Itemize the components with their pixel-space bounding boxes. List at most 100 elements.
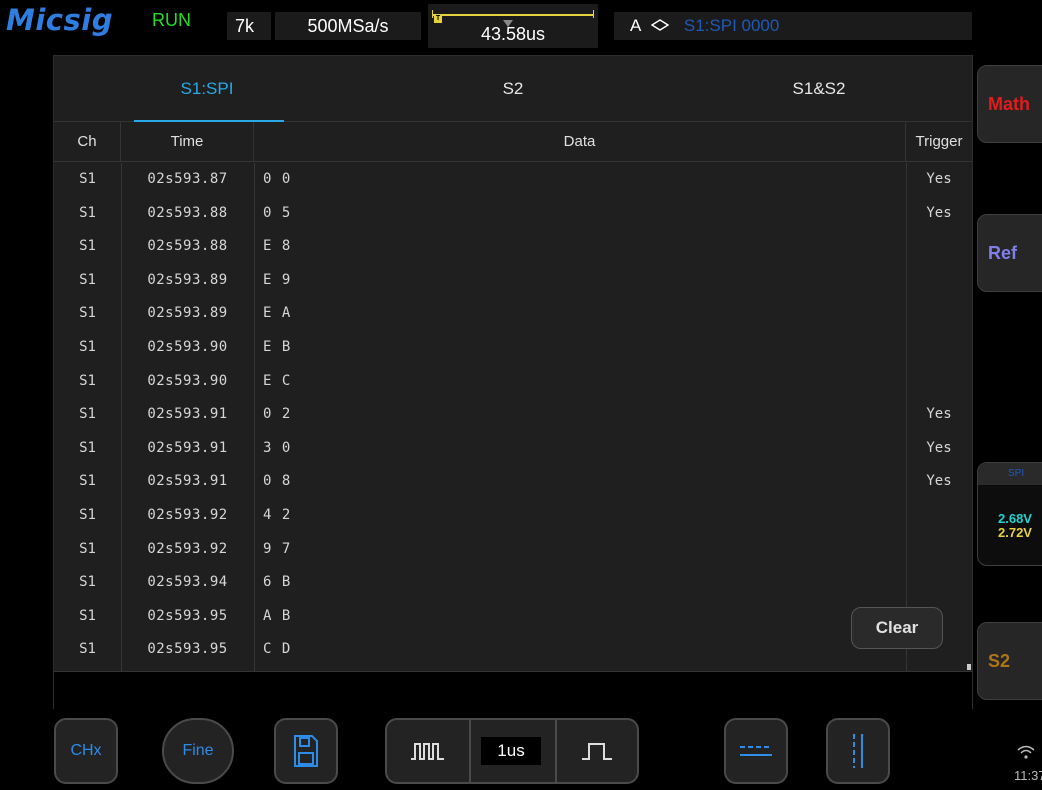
cell-time: 02s593.95 [147,607,228,624]
cell-trigger [906,297,972,330]
fine-button[interactable]: Fine [162,718,234,784]
timebase-increase-button[interactable] [557,720,637,782]
chx-button[interactable]: CHx [54,718,118,784]
cell-data: E 8 [263,238,292,255]
cell-time: 02s593.90 [147,372,228,389]
cell-data: 0 2 [263,406,292,423]
spi-card-header: SPI [978,463,1042,485]
tab-s1-s2[interactable]: S1&S2 [666,56,972,122]
cell-data: E 9 [263,271,292,288]
wide-pulse-icon [582,743,612,760]
trigger-mode: A [630,16,641,35]
spi-channel-card[interactable]: SPI 2.68V 2.72V [977,462,1042,566]
cell-time: 02s593.90 [147,339,228,355]
cell-data: 0 8 [263,473,292,490]
clear-button[interactable]: Clear [851,607,943,649]
cell-data: 0 5 [263,204,292,221]
cell-data: 0 0 [263,171,292,187]
cell-ch: S1 [79,507,96,523]
cell-trigger [906,365,972,398]
panel-footer [54,671,972,709]
save-icon [294,735,318,767]
memory-window-bar: T [432,10,594,27]
cell-trigger: Yes [926,204,952,221]
decode-list-panel: S1:SPI S2 S1&S2 Ch Time Data Trigger S1 0… [53,55,973,709]
table-row[interactable]: S1 02s593.90 E C [54,365,972,398]
cell-trigger [906,331,972,364]
cell-ch: S1 [79,171,96,187]
timebase-decrease-button[interactable] [387,720,469,782]
cell-time: 02s593.92 [147,507,228,523]
narrow-pulse-icon [411,743,444,760]
table-row[interactable]: S1 02s593.91 0 8 Yes [54,465,972,498]
cell-trigger [906,230,972,263]
cell-ch: S1 [79,339,96,355]
math-button[interactable]: Math [977,65,1042,143]
tab-s1-spi[interactable]: S1:SPI [54,56,360,122]
run-state[interactable]: RUN [152,10,191,31]
table-row[interactable]: S1 02s593.91 3 0 Yes [54,432,972,465]
trigger-info[interactable]: A S1:SPI 0000 [614,12,972,40]
timebase-value: 1us [481,737,541,765]
memory-depth[interactable]: 7k [227,12,271,40]
cell-data: 4 2 [263,507,292,523]
column-header-ch: Ch [54,122,121,161]
table-row[interactable]: S1 02s593.89 E 9 [54,264,972,297]
spi-threshold-1: 2.68V [998,511,1032,526]
column-header-time: Time [121,122,254,161]
cell-time: 02s593.87 [147,171,228,187]
save-button[interactable] [274,718,338,784]
horizontal-position[interactable]: T 43.58us [428,4,598,48]
table-row[interactable]: S1 02s593.95 A B [54,600,972,633]
table-row[interactable]: S1 02s593.92 9 7 [54,533,972,566]
cell-ch: S1 [79,540,96,557]
cell-ch: S1 [79,574,96,591]
cell-trigger [906,264,972,297]
cell-trigger: Yes [926,439,952,456]
sample-rate[interactable]: 500MSa/s [275,12,421,40]
cell-trigger [906,499,972,532]
tab-s2[interactable]: S2 [360,56,666,122]
ref-button[interactable]: Ref [977,214,1042,292]
cell-data: 9 7 [263,540,292,557]
horizontal-cursor-button[interactable] [724,718,788,784]
cell-time: 02s593.91 [147,439,228,456]
vertical-cursor-icon [853,734,863,768]
time-offset: 43.58us [480,24,546,44]
s2-button[interactable]: S2 [977,622,1042,700]
table-row[interactable]: S1 02s593.88 E 8 [54,230,972,263]
clock: 11:37 [1014,768,1042,783]
cell-data: A B [263,607,292,624]
cell-time: 02s593.95 [147,641,228,658]
decode-table-body[interactable]: S1 02s593.87 0 0 Yes S1 02s593.88 0 5 Yes S1 02s5… [54,163,972,671]
cell-time: 02s593.89 [147,305,228,322]
status-bar: Micsig RUN 7k 500MSa/s T 43.58us A S1:SP… [0,0,1042,50]
cell-ch: S1 [79,305,96,322]
cell-data: E B [263,339,292,355]
vertical-cursor-button[interactable] [826,718,890,784]
table-row[interactable]: S1 02s593.91 0 2 Yes [54,398,972,431]
table-row[interactable]: S1 02s593.94 6 B [54,566,972,599]
cell-time: 02s593.88 [147,238,228,255]
cell-time: 02s593.94 [147,574,228,591]
cell-data: 6 B [263,574,292,591]
trigger-source: S1:SPI 0000 [683,16,780,35]
cell-time: 02s593.88 [147,204,228,221]
table-row[interactable]: S1 02s593.95 C D [54,633,972,666]
brand-logo: Micsig [6,3,113,37]
cell-data: 3 0 [263,439,292,456]
table-row[interactable]: S1 02s593.88 0 5 Yes [54,197,972,230]
table-row[interactable]: S1 02s593.87 0 0 Yes [54,163,972,196]
divider [469,720,471,782]
decode-tabs: S1:SPI S2 S1&S2 [54,56,972,122]
table-row[interactable]: S1 02s593.89 E A [54,297,972,330]
wifi-icon [1017,745,1035,759]
cell-trigger: Yes [926,406,952,423]
scrollbar-thumb[interactable] [967,664,971,670]
cell-time: 02s593.91 [147,473,228,490]
table-row[interactable]: S1 02s593.90 E B [54,331,972,364]
table-row[interactable]: S1 02s593.92 4 2 [54,499,972,532]
spi-threshold-2: 2.72V [998,525,1032,540]
cell-ch: S1 [79,271,96,288]
cell-trigger: Yes [926,171,952,187]
